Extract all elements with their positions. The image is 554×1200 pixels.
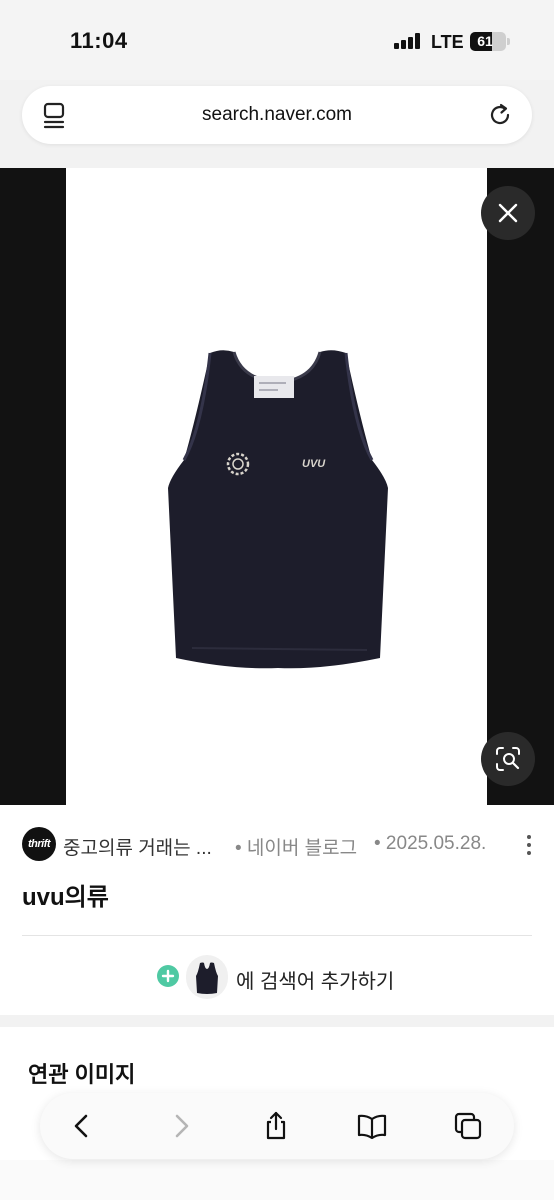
close-icon[interactable]	[494, 199, 522, 227]
plus-icon[interactable]	[157, 965, 179, 987]
close-button[interactable]	[481, 186, 535, 240]
browser-toolbar	[40, 1093, 514, 1159]
lens-search-button[interactable]	[481, 732, 535, 786]
tabs-overview-icon[interactable]	[452, 1110, 484, 1142]
source-name[interactable]: • 네이버 블로그	[235, 833, 357, 860]
battery-percent: 61	[477, 33, 493, 49]
tank-top-image: UVU	[168, 350, 388, 669]
reload-icon[interactable]	[486, 101, 514, 129]
share-icon[interactable]	[260, 1110, 292, 1142]
address-bar[interactable]: search.naver.com	[22, 86, 532, 144]
image-title[interactable]: uvu의류	[22, 877, 109, 912]
source-logo[interactable]: thrift	[22, 827, 56, 861]
add-search-term-label[interactable]: 에 검색어 추가하기	[236, 965, 394, 994]
source-date: • 2025.05.28.	[374, 833, 487, 854]
lens-search-icon[interactable]	[494, 745, 522, 773]
image-info-panel: thrift 중고의류 거래는 ... • 네이버 블로그 • 2025.05.…	[0, 805, 554, 1015]
forward-icon[interactable]	[165, 1110, 197, 1142]
bookmarks-icon[interactable]	[356, 1110, 388, 1142]
bottom-area	[0, 1160, 554, 1200]
svg-text:UVU: UVU	[302, 458, 326, 470]
signal-icon	[394, 33, 422, 49]
divider	[22, 935, 532, 936]
back-icon[interactable]	[66, 1110, 98, 1142]
add-search-term-row[interactable]: 에 검색어 추가하기	[0, 955, 554, 999]
product-image[interactable]: UVU	[66, 168, 487, 805]
url-text[interactable]: search.naver.com	[22, 104, 532, 126]
battery-icon: 61	[470, 32, 506, 51]
network-type: LTE	[431, 32, 464, 52]
more-options-icon[interactable]	[522, 835, 536, 855]
status-time: 11:04	[70, 28, 128, 53]
image-viewer[interactable]: UVU	[0, 168, 554, 805]
source-title[interactable]: 중고의류 거래는 ...	[63, 833, 212, 860]
related-images-title: 연관 이미지	[28, 1062, 136, 1087]
image-thumbnail[interactable]	[186, 955, 228, 999]
battery-nub	[507, 38, 510, 45]
source-row[interactable]: thrift 중고의류 거래는 ... • 네이버 블로그 • 2025.05.…	[22, 827, 532, 861]
status-bar: 11:04 LTE 61	[0, 0, 554, 80]
